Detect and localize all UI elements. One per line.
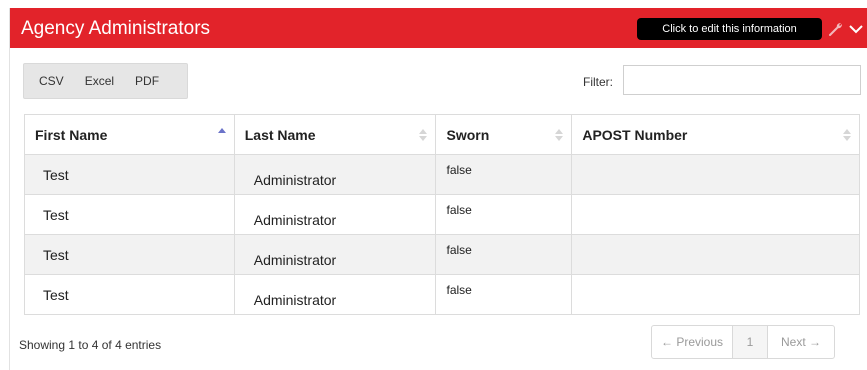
column-header-last-name[interactable]: Last Name: [234, 114, 437, 155]
table-row[interactable]: Test Administrator false: [24, 154, 860, 195]
column-header-apost-number[interactable]: APOST Number: [571, 114, 860, 155]
sort-both-icon: [419, 129, 428, 141]
pdf-button[interactable]: PDF: [135, 74, 159, 88]
first-name-cell: Test: [43, 247, 69, 263]
table-row[interactable]: Test Administrator false: [24, 234, 860, 275]
sort-both-icon: [555, 129, 564, 141]
column-header-label: First Name: [35, 126, 108, 143]
excel-button[interactable]: Excel: [85, 74, 114, 88]
column-header-label: Last Name: [244, 126, 316, 143]
administrators-table: First Name Last Name Sworn APOST Number …: [24, 114, 860, 315]
column-header-sworn[interactable]: Sworn: [435, 114, 573, 155]
sort-ascending-icon: [217, 128, 226, 133]
last-name-cell: Administrator: [253, 172, 337, 188]
first-name-cell: Test: [43, 167, 69, 183]
last-name-cell: Administrator: [253, 252, 337, 268]
page-1-button[interactable]: 1: [733, 326, 768, 358]
sort-both-icon: [843, 129, 851, 141]
chevron-down-icon[interactable]: [848, 21, 864, 37]
edit-tooltip: Click to edit this information: [637, 18, 822, 40]
sworn-cell: false: [446, 163, 472, 177]
panel-header: Agency Administrators Click to edit this…: [10, 8, 867, 48]
last-name-cell: Administrator: [253, 212, 337, 228]
sworn-cell: false: [446, 203, 472, 217]
panel-title: Agency Administrators: [21, 18, 211, 39]
agency-administrators-panel: Agency Administrators Click to edit this…: [9, 8, 867, 370]
first-name-cell: Test: [43, 207, 69, 223]
csv-button[interactable]: CSV: [39, 74, 64, 88]
table-header-row: First Name Last Name Sworn APOST Number: [24, 114, 860, 155]
filter-input[interactable]: [623, 65, 861, 95]
sworn-cell: false: [446, 243, 472, 257]
next-page-button[interactable]: Next →: [768, 326, 834, 358]
wrench-icon[interactable]: [827, 20, 845, 38]
first-name-cell: Test: [43, 287, 69, 303]
table-row[interactable]: Test Administrator false: [24, 194, 860, 235]
previous-page-button[interactable]: ← Previous: [652, 326, 733, 358]
export-button-group: CSV Excel PDF: [23, 63, 188, 99]
last-name-cell: Administrator: [253, 292, 337, 308]
filter-label: Filter:: [583, 75, 613, 89]
entries-info: Showing 1 to 4 of 4 entries: [19, 338, 162, 352]
sworn-cell: false: [446, 283, 472, 297]
column-header-first-name[interactable]: First Name: [24, 114, 235, 155]
table-row[interactable]: Test Administrator false: [24, 274, 860, 315]
pagination: ← Previous 1 Next →: [651, 325, 835, 359]
column-header-label: Sworn: [446, 126, 490, 143]
column-header-label: APOST Number: [582, 126, 688, 143]
